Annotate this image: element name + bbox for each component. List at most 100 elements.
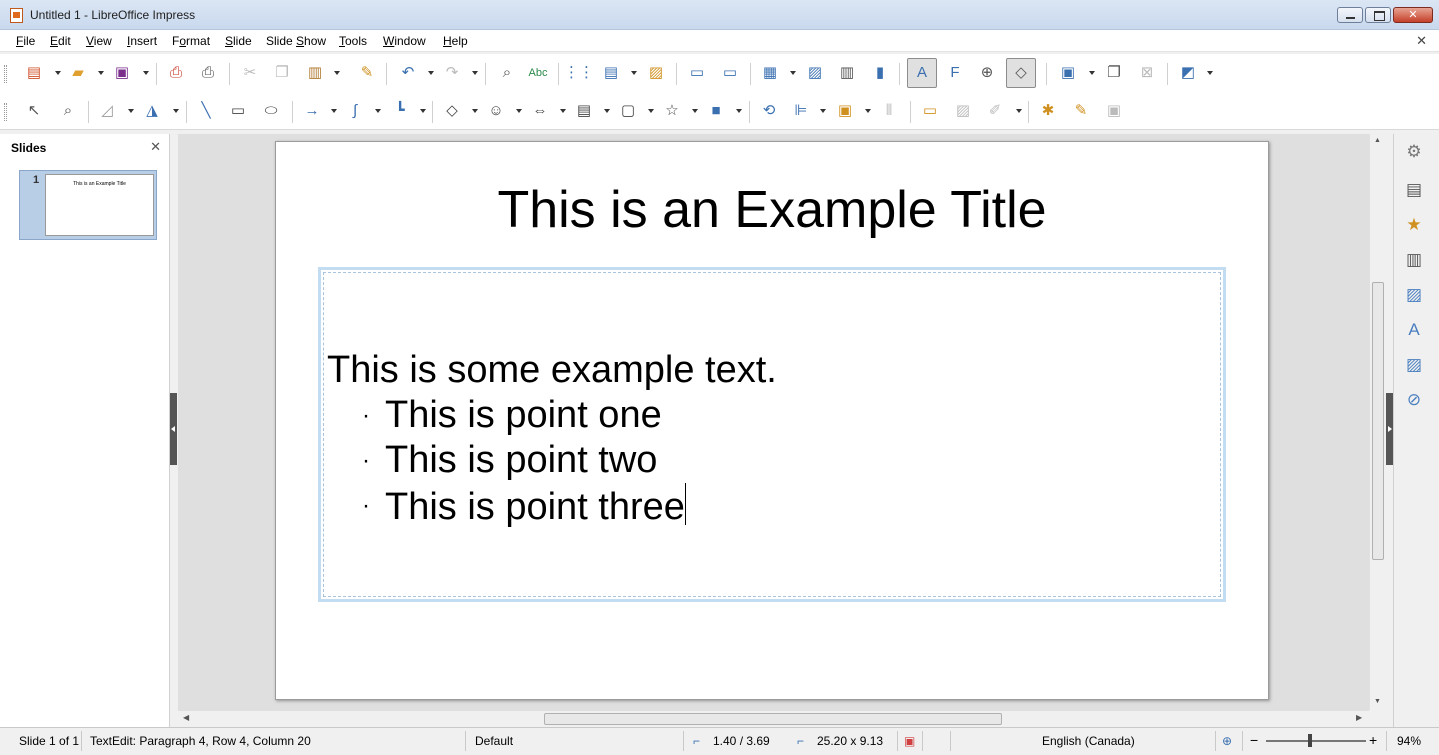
- menu-slide-show[interactable]: Slide Show: [266, 34, 326, 48]
- scroll-down-arrow[interactable]: ▼: [1374, 698, 1381, 705]
- new-slide-icon[interactable]: ▣: [1058, 63, 1078, 83]
- menu-help[interactable]: Help: [443, 34, 468, 48]
- slide-workspace[interactable]: This is an Example Title This is some ex…: [178, 134, 1369, 710]
- toggle-point-edit-icon[interactable]: ◇: [1006, 58, 1036, 88]
- copy-icon[interactable]: ❐: [272, 63, 292, 83]
- table-icon[interactable]: ▦: [760, 63, 780, 83]
- save-dropdown-arrow[interactable]: [143, 71, 149, 75]
- connector-icon[interactable]: ┗: [390, 101, 410, 121]
- connector-dropdown-arrow[interactable]: [420, 109, 426, 113]
- stars-icon[interactable]: ☆: [662, 101, 682, 121]
- rotate-icon[interactable]: ⟲: [759, 101, 779, 121]
- slide-transition-icon[interactable]: ▤: [1403, 179, 1425, 201]
- line-arrow-icon[interactable]: →: [302, 101, 322, 121]
- 3d-objects-icon[interactable]: ■: [706, 101, 726, 121]
- menu-window[interactable]: Window: [383, 34, 426, 48]
- slide-layout-icon[interactable]: ◩: [1178, 63, 1198, 83]
- rectangle-icon[interactable]: ▭: [228, 101, 248, 121]
- zoom-slider-knob[interactable]: [1308, 734, 1312, 747]
- new-slide-dropdown-arrow[interactable]: [1089, 71, 1095, 75]
- lines-dropdown-arrow[interactable]: [331, 109, 337, 113]
- slide-canvas[interactable]: This is an Example Title This is some ex…: [275, 141, 1269, 700]
- new-document-icon[interactable]: ▤: [24, 63, 44, 83]
- text-box-icon[interactable]: A: [907, 58, 937, 88]
- fill-color-icon[interactable]: ◮: [142, 101, 162, 121]
- new-dropdown-arrow[interactable]: [55, 71, 61, 75]
- document-modified-icon[interactable]: ▣: [904, 734, 915, 748]
- 3d-dropdown-arrow[interactable]: [736, 109, 742, 113]
- properties-gear-icon[interactable]: ⚙: [1403, 141, 1425, 163]
- fontwork-icon[interactable]: F: [945, 63, 965, 83]
- close-pane-icon[interactable]: ✕: [150, 139, 161, 155]
- filter-dropdown-arrow[interactable]: [1016, 109, 1022, 113]
- start-first-slide-icon[interactable]: ▭: [687, 63, 707, 83]
- curves-dropdown-arrow[interactable]: [375, 109, 381, 113]
- text-box-edit-frame[interactable]: This is some example text. · This is poin…: [323, 272, 1221, 597]
- maximize-button[interactable]: [1365, 7, 1391, 23]
- display-grid-icon[interactable]: ⋮⋮: [564, 63, 594, 83]
- flowchart-dropdown-arrow[interactable]: [604, 109, 610, 113]
- close-document-icon[interactable]: ✕: [1416, 33, 1427, 49]
- bullet-text[interactable]: This is point one: [385, 394, 662, 436]
- undo-icon[interactable]: ↶: [398, 63, 418, 83]
- extrusion-icon[interactable]: ▣: [1104, 101, 1124, 121]
- glue-points-icon[interactable]: ✎: [1071, 101, 1091, 121]
- duplicate-slide-icon[interactable]: ❐: [1104, 63, 1124, 83]
- insert-media-icon[interactable]: ▥: [837, 63, 857, 83]
- content-text-box[interactable]: This is some example text. · This is poin…: [318, 267, 1226, 602]
- views-dropdown-arrow[interactable]: [631, 71, 637, 75]
- redo-dropdown-arrow[interactable]: [472, 71, 478, 75]
- horizontal-scrollbar[interactable]: ◀ ▶: [178, 710, 1369, 727]
- toolbar-grip[interactable]: [4, 103, 7, 121]
- close-window-button[interactable]: [1393, 7, 1433, 23]
- collapse-slides-pane-handle[interactable]: [170, 393, 177, 465]
- line-color-icon[interactable]: ◿: [97, 101, 117, 121]
- bullet-item[interactable]: · This is point three: [327, 483, 777, 530]
- basic-shapes-dropdown-arrow[interactable]: [472, 109, 478, 113]
- bullet-item[interactable]: · This is point one: [327, 393, 777, 438]
- vertical-scroll-thumb[interactable]: [1372, 282, 1384, 560]
- basic-shapes-icon[interactable]: ◇: [442, 101, 462, 121]
- styles-text-icon[interactable]: A: [1403, 319, 1425, 341]
- hyperlink-icon[interactable]: ⊕: [977, 63, 997, 83]
- line-color-dropdown-arrow[interactable]: [128, 109, 134, 113]
- cut-icon[interactable]: ✂: [240, 63, 260, 83]
- zoom-percentage[interactable]: 94%: [1397, 734, 1421, 748]
- language-indicator[interactable]: English (Canada): [1042, 734, 1135, 748]
- symbol-shapes-dropdown-arrow[interactable]: [516, 109, 522, 113]
- curve-icon[interactable]: ∫: [345, 101, 365, 121]
- bullet-item[interactable]: · This is point two: [327, 438, 777, 483]
- arrange-dropdown-arrow[interactable]: [865, 109, 871, 113]
- points-icon[interactable]: ✱: [1038, 101, 1058, 121]
- zoom-slider-track[interactable]: [1266, 740, 1366, 742]
- callout-icon[interactable]: ▢: [618, 101, 638, 121]
- shadow-icon[interactable]: ▭: [920, 101, 940, 121]
- distribute-icon[interactable]: ⫴: [879, 101, 899, 121]
- menu-tools[interactable]: Tools: [339, 34, 367, 48]
- bullet-text[interactable]: This is point two: [385, 439, 657, 481]
- zoom-pan-icon[interactable]: ⌕: [58, 101, 78, 121]
- clone-formatting-icon[interactable]: ✎: [357, 63, 377, 83]
- gallery-icon[interactable]: ▨: [1403, 354, 1425, 376]
- select-arrow-icon[interactable]: ↖: [24, 101, 44, 121]
- menu-file[interactable]: File: [16, 34, 35, 48]
- zoom-out-button[interactable]: −: [1250, 732, 1258, 748]
- insert-image-icon[interactable]: ▨: [805, 63, 825, 83]
- paste-dropdown-arrow[interactable]: [334, 71, 340, 75]
- fill-color-dropdown-arrow[interactable]: [173, 109, 179, 113]
- scroll-up-arrow[interactable]: ▲: [1374, 137, 1381, 144]
- scroll-right-arrow[interactable]: ▶: [1356, 713, 1362, 722]
- gallery-image-icon[interactable]: ▨: [1403, 284, 1425, 306]
- collapse-sidebar-handle[interactable]: [1386, 393, 1393, 465]
- master-slide-name[interactable]: Default: [475, 734, 513, 748]
- undo-dropdown-arrow[interactable]: [428, 71, 434, 75]
- start-current-slide-icon[interactable]: ▭: [720, 63, 740, 83]
- slide-thumbnail-preview[interactable]: This is an Example Title: [45, 174, 154, 236]
- fit-slide-icon[interactable]: ⊕: [1222, 734, 1232, 748]
- redo-icon[interactable]: ↷: [442, 63, 462, 83]
- menu-format[interactable]: Format: [172, 34, 210, 48]
- open-folder-icon[interactable]: ▰: [68, 63, 88, 83]
- toolbar-grip[interactable]: [4, 65, 7, 83]
- align-dropdown-arrow[interactable]: [820, 109, 826, 113]
- block-arrows-icon[interactable]: ⇔: [530, 101, 550, 121]
